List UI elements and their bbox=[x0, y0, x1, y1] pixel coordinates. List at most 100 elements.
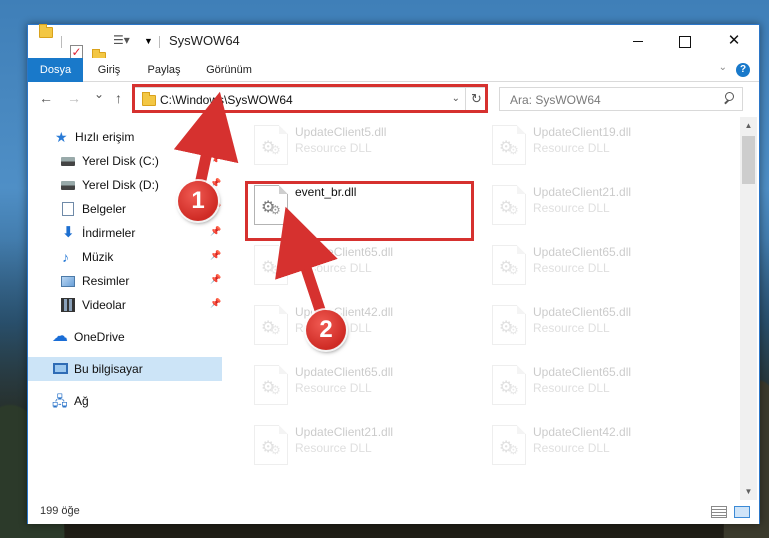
file-name: UpdateClient19.dll bbox=[533, 125, 632, 139]
pin-icon: 📌 bbox=[210, 274, 222, 284]
sidebar-item-label: OneDrive bbox=[74, 330, 125, 344]
file-name: UpdateClient65.dll bbox=[533, 245, 632, 259]
pin-icon: 📌 bbox=[210, 250, 222, 260]
step-2-callout: 2 bbox=[306, 310, 346, 350]
file-type: Resource DLL bbox=[533, 441, 610, 455]
dll-file-icon bbox=[254, 245, 288, 285]
gear-icon bbox=[499, 257, 521, 277]
file-type: Resource DLL bbox=[295, 141, 372, 155]
file-tile[interactable]: UpdateClient42.dll Resource DLL bbox=[483, 417, 713, 469]
file-type: Resource DLL bbox=[533, 261, 610, 275]
search-box[interactable]: Ara: SysWOW64 bbox=[499, 87, 743, 111]
file-name: UpdateClient21.dll bbox=[533, 185, 632, 199]
properties-check-icon[interactable]: ✓ bbox=[70, 45, 83, 59]
help-icon[interactable]: ? bbox=[736, 63, 750, 77]
recent-locations-icon[interactable]: ⌄ bbox=[94, 87, 104, 101]
search-input[interactable]: Ara: SysWOW64 bbox=[510, 93, 601, 107]
sidebar-item-local-disk-c[interactable]: Yerel Disk (C:) 📌 bbox=[28, 149, 222, 173]
this-pc-icon bbox=[53, 363, 68, 374]
file-name: UpdateClient65.dll bbox=[295, 245, 394, 259]
dll-file-icon bbox=[254, 305, 288, 345]
forward-arrow-icon[interactable]: → bbox=[67, 90, 81, 106]
pictures-icon bbox=[61, 276, 75, 287]
sidebar-item-this-pc[interactable]: Bu bilgisayar bbox=[28, 357, 222, 381]
dll-file-icon bbox=[254, 425, 288, 465]
file-tile[interactable]: UpdateClient65.dll Resource DLL bbox=[483, 357, 713, 409]
file-tile[interactable]: UpdateClient5.dll Resource DLL bbox=[245, 117, 475, 169]
gear-icon bbox=[499, 377, 521, 397]
status-bar: 199 öğe bbox=[28, 500, 759, 524]
tab-file[interactable]: Dosya bbox=[28, 58, 83, 82]
file-tile[interactable]: UpdateClient21.dll Resource DLL bbox=[245, 417, 475, 469]
close-icon[interactable]: ✕ bbox=[711, 25, 757, 57]
dll-file-icon bbox=[254, 125, 288, 165]
file-type: Resource DLL bbox=[533, 201, 610, 215]
dll-file-icon bbox=[254, 365, 288, 405]
scroll-down-icon[interactable]: ▼ bbox=[740, 483, 757, 500]
sidebar-item-label: Resimler bbox=[82, 274, 130, 288]
tab-share[interactable]: Paylaş bbox=[140, 58, 188, 82]
file-list: UpdateClient5.dll Resource DLL event_br.… bbox=[233, 117, 740, 500]
documents-icon bbox=[62, 202, 74, 216]
sidebar-item-quick-access[interactable]: ★ Hızlı erişim bbox=[28, 125, 222, 149]
music-icon: ♪ bbox=[62, 249, 69, 265]
item-count: 199 öğe bbox=[40, 505, 80, 517]
back-arrow-icon[interactable]: ← bbox=[39, 90, 53, 106]
sidebar-item-downloads[interactable]: ⬇ İndirmeler 📌 bbox=[28, 221, 222, 245]
folder-icon bbox=[39, 24, 53, 38]
sidebar-item-label: Yerel Disk (D:) bbox=[82, 178, 159, 192]
scrollbar-thumb[interactable] bbox=[742, 136, 755, 184]
pin-icon: 📌 bbox=[210, 226, 222, 236]
qa-dropdown-icon[interactable]: ▼ bbox=[144, 36, 153, 52]
dll-file-icon bbox=[492, 365, 526, 405]
dll-file-icon bbox=[492, 245, 526, 285]
file-tile[interactable]: UpdateClient21.dll Resource DLL bbox=[483, 177, 713, 229]
disk-icon bbox=[61, 181, 75, 190]
sidebar-item-network[interactable]: 🖧 Ağ bbox=[28, 389, 222, 413]
sidebar-item-label: İndirmeler bbox=[82, 226, 136, 240]
file-type: Resource DLL bbox=[533, 381, 610, 395]
file-tile[interactable]: UpdateClient65.dll Resource DLL bbox=[483, 297, 713, 349]
dll-file-icon bbox=[492, 305, 526, 345]
vertical-scrollbar[interactable]: ▲ ▼ bbox=[740, 117, 757, 500]
sidebar-item-label: Bu bilgisayar bbox=[74, 362, 143, 376]
sidebar-item-label: Müzik bbox=[82, 250, 114, 264]
expand-ribbon-icon[interactable]: ⌄ bbox=[719, 62, 727, 73]
sidebar-item-label: Belgeler bbox=[82, 202, 127, 216]
file-tile[interactable]: UpdateClient42.dll Resource DLL bbox=[245, 297, 475, 349]
search-icon[interactable] bbox=[723, 92, 734, 103]
file-tile[interactable]: UpdateClient65.dll Resource DLL bbox=[483, 237, 713, 289]
dll-file-icon bbox=[492, 125, 526, 165]
sidebar-item-music[interactable]: ♪ Müzik 📌 bbox=[28, 245, 222, 269]
tab-home[interactable]: Giriş bbox=[88, 58, 130, 82]
maximize-icon[interactable] bbox=[661, 25, 707, 57]
sidebar-item-videos[interactable]: Videolar 📌 bbox=[28, 293, 222, 317]
scroll-up-icon[interactable]: ▲ bbox=[740, 117, 757, 134]
minimize-icon[interactable] bbox=[615, 25, 661, 57]
file-highlight bbox=[245, 181, 474, 241]
sidebar-item-pictures[interactable]: Resimler 📌 bbox=[28, 269, 222, 293]
file-tile[interactable]: UpdateClient65.dll Resource DLL bbox=[245, 357, 475, 409]
sidebar-item-label: Ağ bbox=[74, 394, 89, 408]
tab-view[interactable]: Görünüm bbox=[198, 58, 260, 82]
file-type: Resource DLL bbox=[295, 261, 372, 275]
file-name: UpdateClient21.dll bbox=[295, 425, 394, 439]
pin-icon: 📌 bbox=[210, 298, 222, 308]
large-icons-view-icon[interactable] bbox=[734, 506, 750, 518]
sidebar-item-label: Videolar bbox=[82, 298, 126, 312]
gear-icon bbox=[261, 377, 283, 397]
details-view-icon[interactable] bbox=[711, 506, 727, 518]
file-name: UpdateClient65.dll bbox=[295, 365, 394, 379]
file-type: Resource DLL bbox=[533, 141, 610, 155]
up-arrow-icon[interactable]: ↑ bbox=[115, 90, 122, 106]
file-name: UpdateClient65.dll bbox=[533, 305, 632, 319]
customize-toolbar-icon[interactable]: ☰▾ bbox=[113, 34, 130, 47]
pin-icon: 📌 bbox=[210, 154, 222, 164]
gear-icon bbox=[499, 437, 521, 457]
divider bbox=[61, 36, 62, 48]
navigation-pane: ★ Hızlı erişim Yerel Disk (C:) 📌 Yerel D… bbox=[28, 117, 223, 500]
gear-icon bbox=[261, 317, 283, 337]
file-tile[interactable]: UpdateClient65.dll Resource DLL bbox=[245, 237, 475, 289]
file-tile[interactable]: UpdateClient19.dll Resource DLL bbox=[483, 117, 713, 169]
sidebar-item-onedrive[interactable]: ☁ OneDrive bbox=[28, 325, 222, 349]
